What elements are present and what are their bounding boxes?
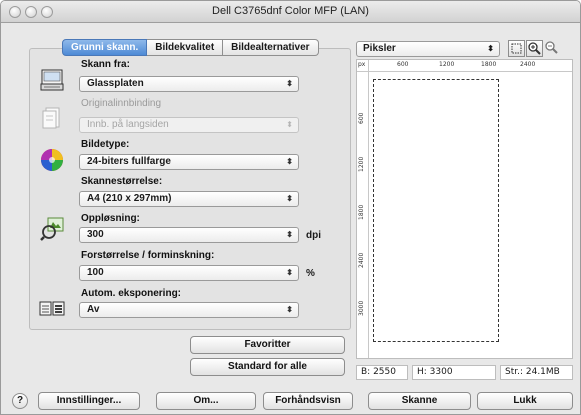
status-bar: B: 2550 H: 3300 Str.: 24.1MB (356, 365, 573, 380)
ruler-tick-y: 1200 (358, 156, 365, 172)
scan-from-select[interactable]: Glassplaten ⬍ (79, 76, 299, 92)
ruler-tick-y: 3000 (358, 300, 365, 316)
preview-area[interactable]: px 600 1200 1800 2400 600 1200 1800 2400… (356, 59, 573, 359)
scale-label: Forstørrelse / forminskning: (81, 250, 215, 261)
binding-icon (42, 107, 60, 129)
settings-button[interactable]: Innstillinger... (38, 392, 140, 410)
tab-image-options[interactable]: Bildealternativer (223, 39, 319, 56)
scan-size-select[interactable]: A4 (210 x 297mm) ⬍ (79, 191, 299, 207)
zoom-out-icon (545, 41, 558, 54)
binding-select[interactable]: Innb. på langsiden ⬍ (79, 117, 299, 133)
height-readout: H: 3300 (412, 365, 496, 380)
tab-image-quality[interactable]: Bildekvalitet (147, 39, 224, 56)
resolution-unit: dpi (306, 230, 321, 241)
exposure-select[interactable]: Av ⬍ (79, 302, 299, 318)
resolution-value: 300 (87, 229, 104, 240)
window-title: Dell C3765dnf Color MFP (LAN) (212, 5, 369, 17)
stepper-arrows-icon: ⬍ (286, 157, 293, 166)
ruler-tick-x: 2400 (520, 61, 536, 68)
color-wheel-icon (41, 149, 63, 171)
scale-unit: % (306, 268, 315, 279)
scanner-window: Dell C3765dnf Color MFP (LAN) Grunni ska… (0, 0, 581, 415)
ruler-tick-y: 1800 (358, 204, 365, 220)
binding-value: Innb. på langsiden (87, 119, 169, 130)
title-bar: Dell C3765dnf Color MFP (LAN) (1, 1, 580, 23)
unit-select[interactable]: Piksler ⬍ (356, 41, 500, 57)
width-readout: B: 2550 (356, 365, 408, 380)
stepper-arrows-icon: ⬍ (286, 230, 293, 239)
image-type-label: Bildetype: (81, 139, 130, 150)
stepper-arrows-icon: ⬍ (487, 44, 494, 53)
favorites-button[interactable]: Favoritter (190, 336, 345, 354)
exposure-icon (39, 301, 65, 316)
resolution-icon (40, 217, 64, 241)
ruler-tick-y: 600 (358, 112, 365, 124)
stepper-arrows-icon: ⬍ (286, 79, 293, 88)
stepper-arrows-icon: ⬍ (286, 194, 293, 203)
ruler-tick-x: 1200 (439, 61, 455, 68)
resolution-label: Oppløsning: (81, 213, 140, 224)
resolution-select[interactable]: 300 ⬍ (79, 227, 299, 243)
size-readout: Str.: 24.1MB (500, 365, 573, 380)
defaults-button[interactable]: Standard for alle (190, 358, 345, 376)
stepper-arrows-icon: ⬍ (286, 120, 293, 129)
zoom-out-button[interactable] (544, 40, 561, 57)
help-button[interactable]: ? (12, 393, 28, 409)
vertical-ruler: 600 1200 1800 2400 3000 (357, 60, 369, 358)
tab-bar: Grunni skann. Bildekvalitet Bildealterna… (62, 39, 319, 56)
stepper-arrows-icon: ⬍ (286, 268, 293, 277)
about-button[interactable]: Om... (156, 392, 256, 410)
scan-size-value: A4 (210 x 297mm) (87, 193, 172, 204)
zoom-in-button[interactable] (526, 40, 543, 57)
exposure-value: Av (87, 304, 100, 315)
selection-tool-button[interactable] (508, 40, 525, 57)
scale-stepper[interactable]: 100 ⬍ (79, 265, 299, 281)
scan-from-value: Glassplaten (87, 78, 144, 89)
unit-select-value: Piksler (363, 43, 396, 54)
selection-rect-icon (511, 43, 522, 54)
ruler-tick-x: 1800 (481, 61, 497, 68)
close-button[interactable]: Lukk (477, 392, 573, 410)
ruler-tick-x: 600 (397, 61, 409, 68)
binding-label: Originalinnbinding (81, 98, 162, 109)
scale-value: 100 (87, 267, 104, 278)
tab-basic-scan[interactable]: Grunni skann. (62, 39, 148, 56)
ruler-tick-y: 2400 (358, 252, 365, 268)
image-type-value: 24-biters fullfarge (87, 156, 171, 167)
horizontal-ruler: px 600 1200 1800 2400 (357, 60, 572, 72)
scan-size-label: Skannestørrelse: (81, 176, 163, 187)
scan-area-marquee[interactable] (373, 79, 499, 342)
preview-button[interactable]: Forhåndsvisn (263, 392, 353, 410)
scan-button[interactable]: Skanne (368, 392, 471, 410)
image-type-select[interactable]: 24-biters fullfarge ⬍ (79, 154, 299, 170)
exposure-label: Autom. eksponering: (81, 288, 182, 299)
zoom-in-icon (528, 42, 541, 55)
scanner-icon (40, 69, 64, 91)
scan-from-label: Skann fra: (81, 59, 130, 70)
stepper-arrows-icon: ⬍ (286, 305, 293, 314)
